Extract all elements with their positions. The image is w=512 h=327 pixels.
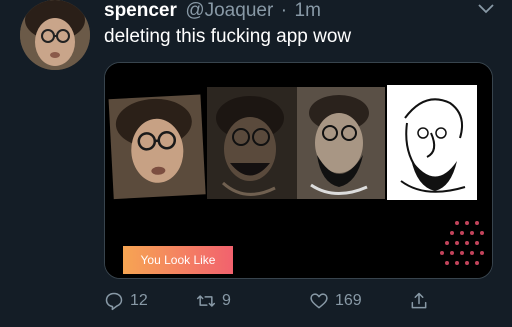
share-button[interactable] [409,289,429,313]
photo-frame [108,94,206,200]
reply-count: 12 [130,292,148,309]
retweet-button[interactable]: 9 [196,289,231,313]
retweet-icon [196,295,216,307]
morph-frame-1 [207,87,297,199]
display-name[interactable]: spencer [104,0,177,21]
tweet-actions: 12 9 169 [104,289,444,313]
reply-icon [105,292,123,311]
user-handle[interactable]: @Joaquer [185,0,273,21]
share-icon [411,292,427,309]
avatar-photo [20,0,90,70]
heart-icon [310,293,328,309]
you-look-like-badge: You Look Like [123,246,233,274]
reply-button[interactable]: 12 [104,289,148,313]
chevron-down-icon[interactable] [478,4,494,14]
like-button[interactable]: 169 [309,289,362,313]
tweet-timestamp[interactable]: 1m [295,0,321,21]
separator-dot: · [280,0,288,21]
retweet-count: 9 [222,292,231,309]
tweet-header: spencer @Joaquer · 1m [104,0,321,22]
like-count: 169 [335,292,362,309]
tweet[interactable]: spencer @Joaquer · 1m deleting this fuck… [0,0,512,327]
media-card[interactable]: You Look Like [104,62,493,279]
caricature-frame [387,85,477,200]
avatar[interactable] [20,0,90,70]
tweet-text: deleting this fucking app wow [104,26,352,47]
morph-frame-2 [297,87,385,199]
